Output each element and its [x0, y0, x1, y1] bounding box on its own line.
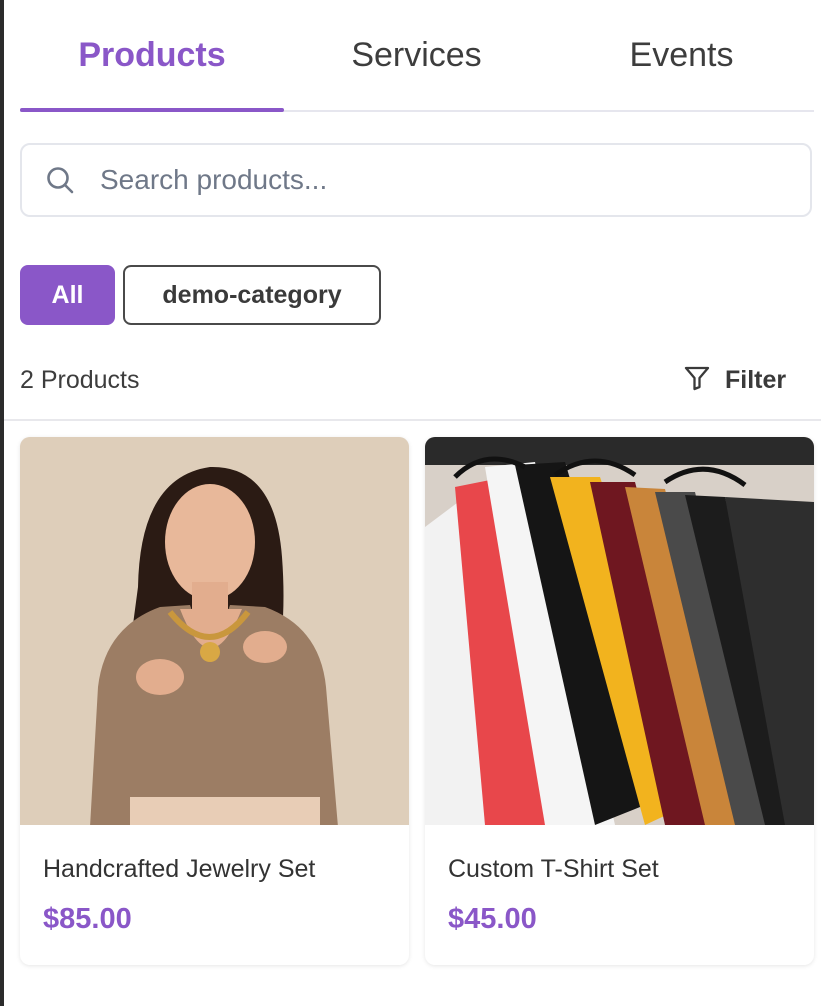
product-name: Custom T-Shirt Set [448, 855, 659, 883]
product-image [425, 437, 814, 825]
product-image [20, 437, 409, 825]
filter-button[interactable]: Filter [683, 362, 786, 398]
product-count: 2 Products [20, 366, 140, 394]
tab-products[interactable]: Products [20, 0, 284, 110]
window-left-edge [0, 0, 4, 1006]
tab-events[interactable]: Events [549, 0, 814, 110]
filter-label: Filter [725, 365, 787, 394]
search-box[interactable] [20, 143, 812, 217]
product-card[interactable]: Handcrafted Jewelry Set $85.00 [20, 437, 409, 965]
tab-services[interactable]: Services [284, 0, 549, 110]
search-input[interactable] [98, 163, 752, 197]
tab-bar: Products Services Events [20, 0, 814, 112]
product-name: Handcrafted Jewelry Set [43, 855, 316, 883]
category-chip-all[interactable]: All [20, 265, 115, 325]
search-icon [44, 164, 76, 196]
product-price: $85.00 [43, 903, 132, 935]
active-tab-indicator [20, 108, 284, 112]
product-card[interactable]: Custom T-Shirt Set $45.00 [425, 437, 814, 965]
category-chip-demo-category[interactable]: demo-category [123, 265, 381, 325]
filter-icon [683, 364, 711, 397]
product-price: $45.00 [448, 903, 537, 935]
section-divider [4, 419, 821, 421]
